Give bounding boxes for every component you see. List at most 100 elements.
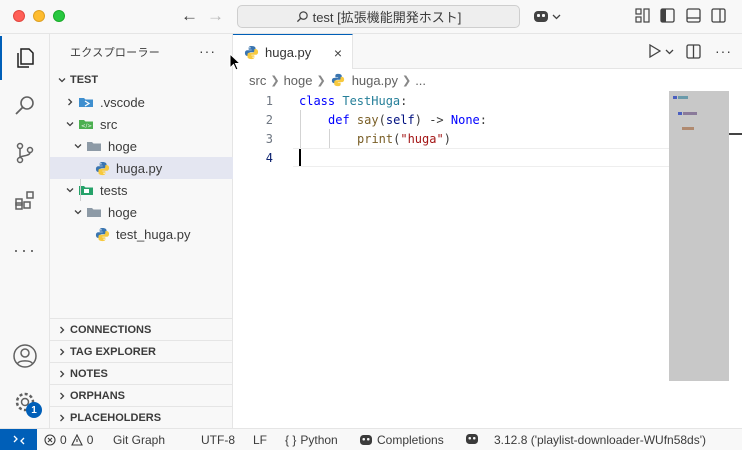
minimap[interactable] — [669, 91, 729, 381]
close-icon[interactable]: × — [334, 45, 342, 61]
back-arrow-icon[interactable]: ← — [181, 6, 198, 26]
chevron-right-icon — [54, 344, 70, 360]
code-token: ) — [443, 131, 451, 146]
eol-label: LF — [253, 433, 268, 447]
run-python-button[interactable] — [648, 44, 674, 58]
breadcrumb-symbols[interactable]: ... — [415, 73, 426, 88]
tree-item-hoge[interactable]: hoge — [50, 201, 233, 223]
breadcrumb-src[interactable]: src — [249, 73, 266, 88]
tree-item-test-huga-py[interactable]: test_huga.py — [50, 223, 233, 245]
minimap-line — [673, 96, 677, 99]
tree-item-label: huga.py — [116, 160, 163, 176]
panel-connections[interactable]: CONNECTIONS — [50, 318, 233, 340]
code-token: print — [357, 131, 394, 146]
chevron-down-icon — [552, 14, 561, 19]
copilot-label: Completions — [377, 433, 444, 447]
tab-huga-py[interactable]: huga.py × — [233, 34, 353, 69]
warning-count: 0 — [86, 433, 94, 447]
problems-indicator[interactable]: 0 0 — [44, 433, 93, 447]
chevron-down-icon — [70, 138, 86, 154]
tree-item-hoge[interactable]: hoge — [50, 135, 233, 157]
encoding-button[interactable]: UTF-8 — [201, 433, 235, 447]
split-editor-icon[interactable] — [686, 44, 701, 62]
extensions-icon[interactable] — [0, 179, 50, 223]
forward-arrow-icon[interactable]: → — [207, 6, 224, 26]
breadcrumb-hoge[interactable]: hoge — [284, 73, 313, 88]
python-interpreter-button[interactable]: 3.12.8 ('playlist-downloader-WUfn58ds') — [494, 433, 706, 447]
search-icon[interactable] — [0, 84, 50, 128]
language-label: Python — [300, 433, 338, 447]
chevron-right-icon — [54, 410, 70, 426]
encoding-label: UTF-8 — [201, 433, 235, 447]
git-graph-button[interactable]: Git Graph — [113, 433, 165, 447]
chevron-right-icon — [54, 322, 70, 338]
toggle-secondary-sidebar-icon[interactable] — [711, 8, 726, 26]
manage-gear-icon[interactable] — [0, 380, 50, 424]
source-control-icon[interactable] — [0, 131, 50, 175]
copilot-menu[interactable] — [532, 8, 561, 24]
editor-more-actions-icon[interactable]: ··· — [715, 43, 732, 59]
workspace-root-label: TEST — [70, 74, 99, 86]
remote-indicator[interactable] — [0, 428, 37, 450]
python-icon — [243, 44, 259, 60]
line-number: 3 — [265, 131, 273, 146]
explorer-icon[interactable] — [0, 36, 50, 80]
tree-item-tests[interactable]: tests — [50, 179, 233, 201]
python-icon — [94, 160, 110, 176]
panel-notes[interactable]: NOTES — [50, 362, 233, 384]
eol-button[interactable]: LF — [253, 433, 267, 447]
svg-text:</>: </> — [81, 124, 92, 130]
minimize-window-button[interactable] — [33, 10, 45, 22]
interpreter-label: 3.12.8 ('playlist-downloader-WUfn58ds') — [494, 433, 707, 447]
account-icon[interactable] — [0, 334, 50, 378]
indent-guide — [80, 179, 81, 201]
language-mode-button[interactable]: { } Python — [285, 433, 338, 447]
code-token: : — [400, 93, 408, 108]
copilot-icon — [466, 434, 478, 444]
copilot-status-button[interactable]: Completions — [359, 433, 444, 447]
toggle-primary-sidebar-icon[interactable] — [660, 8, 675, 26]
minimap-line — [682, 127, 694, 130]
customize-layout-icon[interactable] — [635, 8, 650, 26]
chevron-down-icon — [62, 182, 78, 198]
breadcrumb: src ❯ hoge ❯ huga.py ❯ ... — [233, 69, 742, 91]
tree-item-label: tests — [100, 182, 128, 198]
breadcrumb-file[interactable]: huga.py — [352, 73, 398, 88]
code-editor[interactable]: 1 class TestHuga: 2 def say(self) -> Non… — [233, 91, 669, 167]
text-cursor — [299, 149, 301, 166]
command-center-search[interactable]: test [拡張機能開発ホスト] — [237, 5, 520, 28]
code-line: 3 print("huga") — [233, 129, 669, 148]
indent-guide — [300, 110, 301, 129]
workspace-root[interactable]: TEST — [50, 69, 233, 91]
tree-item-label: .vscode — [100, 94, 145, 110]
more-views-icon[interactable]: ··· — [0, 228, 50, 272]
braces-icon: { } — [285, 433, 297, 447]
remote-icon — [13, 435, 24, 444]
zoom-window-button[interactable] — [53, 10, 65, 22]
python-icon — [330, 72, 346, 88]
panel-orphans[interactable]: ORPHANS — [50, 384, 233, 406]
close-window-button[interactable] — [13, 10, 25, 22]
status-bar: 0 0 Git Graph UTF-8 LF { } Python Comple… — [0, 428, 742, 450]
python-icon — [94, 226, 110, 242]
panel-tag-explorer[interactable]: TAG EXPLORER — [50, 340, 233, 362]
copilot-chat-button[interactable] — [465, 433, 479, 445]
chevron-right-icon — [62, 94, 78, 110]
code-token: ) -> — [414, 112, 451, 127]
explorer-sidebar: エクスプローラー ··· TEST .vscode </> src hoge huga.… — [50, 34, 233, 428]
tree-item-label: hoge — [108, 138, 137, 154]
tree-item-label: src — [100, 116, 118, 132]
explorer-more-button[interactable]: ··· — [199, 43, 216, 59]
code-token: self — [385, 112, 415, 127]
toggle-panel-icon[interactable] — [686, 8, 701, 26]
tree-item-src[interactable]: </> src — [50, 113, 233, 135]
title-bar: ← → test [拡張機能開発ホスト] — [0, 0, 742, 34]
tree-item-huga-py[interactable]: huga.py — [50, 157, 233, 179]
tree-item-vscode[interactable]: .vscode — [50, 91, 233, 113]
chevron-right-icon: ❯ — [270, 74, 280, 87]
panel-placeholders[interactable]: PLACEHOLDERS — [50, 406, 233, 428]
chevron-right-icon — [54, 388, 70, 404]
code-token: None — [450, 112, 480, 127]
chevron-right-icon — [54, 366, 70, 382]
